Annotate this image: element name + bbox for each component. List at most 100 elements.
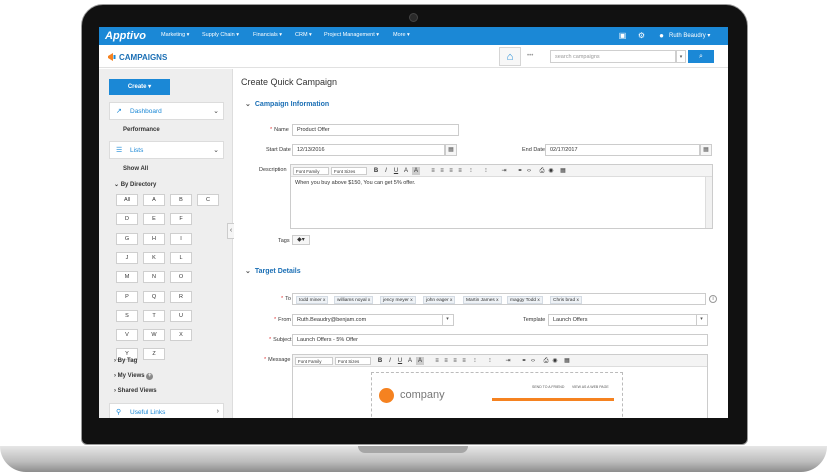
create-button[interactable]: Create ▾ (109, 79, 170, 95)
nav-marketing[interactable]: Marketing ▾ (161, 32, 189, 38)
font-family-select[interactable]: Font Family (293, 167, 329, 175)
nav-more[interactable]: More ▾ (393, 32, 410, 38)
alphabet-filter-n[interactable]: N (143, 271, 165, 284)
sidebar-item-my-views[interactable]: › My Views + (114, 373, 154, 380)
settings-icon[interactable]: ⚙ (637, 31, 646, 40)
link-icon[interactable]: ⚭ (516, 167, 524, 175)
end-date-field[interactable]: 02/17/2017 (545, 144, 700, 156)
description-editor[interactable]: Font Family Font Sizes B I U A A ≡ ≡ ≡ ≡… (290, 164, 713, 229)
alphabet-filter-w[interactable]: W (143, 329, 165, 342)
search-scope-dropdown[interactable]: ▾ (676, 50, 686, 63)
alphabet-filter-d[interactable]: D (116, 213, 138, 226)
recipient-chip[interactable]: john eager x (423, 296, 456, 304)
chevron-down-icon[interactable]: ▾ (442, 314, 452, 326)
sidebar-item-lists[interactable]: ☰ Lists ⌄ (109, 141, 224, 159)
table-icon[interactable]: ▦ (563, 357, 571, 365)
view-as-web-page-link[interactable]: VIEW AS A WEB PAGE (572, 385, 609, 389)
nav-financials[interactable]: Financials ▾ (253, 32, 282, 38)
source-code-icon[interactable]: ‹› (529, 357, 537, 365)
recipient-chip[interactable]: Martin James x (463, 296, 502, 304)
sidebar-item-by-directory[interactable]: ⌄ By Directory (114, 181, 156, 188)
add-view-icon[interactable]: + (146, 373, 154, 380)
numbered-list-icon[interactable]: ⁝ (482, 167, 490, 175)
info-icon[interactable]: i (709, 295, 717, 303)
align-right-icon[interactable]: ≡ (451, 357, 459, 365)
alphabet-filter-r[interactable]: R (170, 290, 192, 303)
indent-icon[interactable]: ⇥ (500, 167, 508, 175)
alphabet-filter-o[interactable]: O (170, 271, 192, 284)
nav-crm[interactable]: CRM ▾ (295, 32, 312, 38)
chevron-down-icon[interactable]: ▾ (696, 314, 706, 326)
alphabet-filter-c[interactable]: C (197, 194, 219, 206)
italic-icon[interactable]: I (382, 167, 390, 175)
align-left-icon[interactable]: ≡ (429, 167, 437, 175)
alphabet-filter-h[interactable]: H (143, 232, 165, 245)
message-body[interactable]: company SEND TO A FRIEND VIEW AS A WEB P… (293, 368, 707, 418)
sidebar-item-show-all[interactable]: Show All (123, 166, 148, 172)
alphabet-filter-i[interactable]: I (170, 232, 192, 245)
align-right-icon[interactable]: ≡ (447, 167, 455, 175)
alphabet-filter-u[interactable]: U (170, 309, 192, 322)
bullet-list-icon[interactable]: ⁝ (467, 167, 475, 175)
name-field[interactable]: Product Offer (292, 124, 459, 136)
font-color-icon[interactable]: A (402, 167, 410, 175)
align-center-icon[interactable]: ≡ (438, 167, 446, 175)
recipient-chip[interactable]: todd miner x (296, 296, 329, 304)
italic-icon[interactable]: I (386, 357, 394, 365)
search-button[interactable]: ⌕ (688, 50, 714, 63)
calendar-icon[interactable]: ▦ (700, 144, 712, 156)
print-icon[interactable]: ⎙ (542, 357, 550, 365)
more-dots[interactable]: ••• (527, 53, 533, 59)
section-target-details[interactable]: ⌄ Target Details (245, 267, 301, 275)
alphabet-filter-q[interactable]: Q (143, 290, 165, 303)
recipient-chip[interactable]: Chris brad x (550, 296, 582, 304)
start-date-field[interactable]: 12/13/2016 (292, 144, 445, 156)
align-center-icon[interactable]: ≡ (442, 357, 450, 365)
template-select[interactable]: Launch Offers (548, 314, 708, 326)
preview-icon[interactable]: ◉ (547, 167, 555, 175)
alphabet-filter-k[interactable]: K (143, 251, 165, 264)
alphabet-filter-g[interactable]: G (116, 232, 138, 245)
font-size-select[interactable]: Font Sizes (335, 357, 371, 365)
subject-field[interactable]: Launch Offers - 5% Offer (292, 334, 708, 346)
calendar-icon[interactable]: ▦ (445, 144, 457, 156)
home-button[interactable]: ⌂ (499, 47, 521, 66)
alphabet-filter-z[interactable]: Z (143, 348, 165, 361)
alphabet-filter-x[interactable]: X (170, 329, 192, 342)
bold-icon[interactable]: B (372, 167, 380, 175)
table-icon[interactable]: ▦ (559, 167, 567, 175)
sidebar-item-dashboard[interactable]: ↗ Dashboard ⌄ (109, 102, 224, 120)
scrollbar[interactable] (705, 177, 712, 228)
alphabet-filter-v[interactable]: V (116, 329, 138, 342)
nav-project-management[interactable]: Project Management ▾ (324, 32, 379, 38)
alphabet-filter-e[interactable]: E (143, 213, 165, 226)
nav-supply-chain[interactable]: Supply Chain ▾ (202, 32, 239, 38)
recipient-chip[interactable]: williams noyal x (334, 296, 374, 304)
calendar-icon[interactable]: ▣ (618, 31, 627, 40)
search-input[interactable]: search campaigns (550, 50, 676, 63)
alphabet-filter-s[interactable]: S (116, 309, 138, 322)
sidebar-item-shared-views[interactable]: › Shared Views (114, 388, 157, 394)
highlight-icon[interactable]: A (412, 167, 420, 175)
sidebar-item-by-tag[interactable]: › By Tag (114, 358, 137, 364)
tag-button[interactable]: ◆▾ (292, 235, 310, 245)
print-icon[interactable]: ⎙ (538, 167, 546, 175)
alphabet-filter-all[interactable]: All (116, 194, 138, 206)
underline-icon[interactable]: U (396, 357, 404, 365)
align-justify-icon[interactable]: ≡ (460, 357, 468, 365)
bullet-list-icon[interactable]: ⁝ (471, 357, 479, 365)
source-code-icon[interactable]: ‹› (525, 167, 533, 175)
alphabet-filter-j[interactable]: J (116, 251, 138, 264)
font-color-icon[interactable]: A (406, 357, 414, 365)
align-left-icon[interactable]: ≡ (433, 357, 441, 365)
avatar[interactable]: ● (657, 31, 666, 40)
recipients-field[interactable]: todd miner x williams noyal x jency meye… (292, 293, 706, 305)
section-campaign-information[interactable]: ⌄ Campaign Information (245, 100, 329, 108)
alphabet-filter-t[interactable]: T (143, 309, 165, 322)
sidebar-item-performance[interactable]: Performance (123, 127, 160, 133)
message-editor[interactable]: Font Family Font Sizes B I U A A ≡ ≡ ≡ ≡… (292, 354, 708, 418)
font-size-select[interactable]: Font Sizes (331, 167, 367, 175)
align-justify-icon[interactable]: ≡ (456, 167, 464, 175)
numbered-list-icon[interactable]: ⁝ (486, 357, 494, 365)
from-field[interactable]: Ruth.Beaudry@benjam.com (292, 314, 454, 326)
